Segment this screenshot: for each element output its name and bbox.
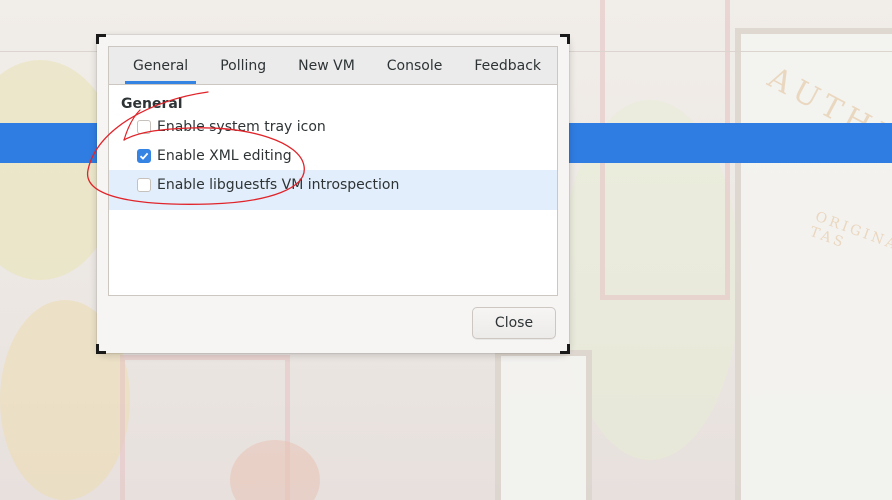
resize-corner-bottom-left[interactable] (96, 344, 106, 354)
option-libguestfs[interactable]: Enable libguestfs VM introspection (137, 177, 399, 193)
system-tray-label: Enable system tray icon (157, 119, 326, 135)
tab-general[interactable]: General (117, 47, 204, 84)
tab-feedback[interactable]: Feedback (458, 47, 557, 84)
libguestfs-checkbox[interactable] (137, 178, 151, 192)
resize-corner-top-right[interactable] (560, 34, 570, 44)
xml-editing-checkbox[interactable] (137, 149, 151, 163)
tab-console[interactable]: Console (371, 47, 459, 84)
tab-new-vm[interactable]: New VM (282, 47, 371, 84)
tab-bar: General Polling New VM Console Feedback (109, 47, 557, 85)
option-xml-editing[interactable]: Enable XML editing (137, 148, 292, 164)
preferences-dialog: General Polling New VM Console Feedback … (96, 34, 570, 354)
tab-polling[interactable]: Polling (204, 47, 282, 84)
checkmark-icon (139, 152, 149, 160)
close-button[interactable]: Close (472, 307, 556, 339)
general-page: General Enable system tray icon Enable X… (109, 85, 557, 295)
option-system-tray[interactable]: Enable system tray icon (137, 119, 326, 135)
system-tray-checkbox[interactable] (137, 120, 151, 134)
libguestfs-label: Enable libguestfs VM introspection (157, 177, 400, 193)
resize-corner-bottom-right[interactable] (560, 344, 570, 354)
resize-corner-top-left[interactable] (96, 34, 106, 44)
xml-editing-label: Enable XML editing (157, 148, 292, 164)
preferences-notebook: General Polling New VM Console Feedback … (108, 46, 558, 296)
section-title: General (121, 96, 183, 112)
